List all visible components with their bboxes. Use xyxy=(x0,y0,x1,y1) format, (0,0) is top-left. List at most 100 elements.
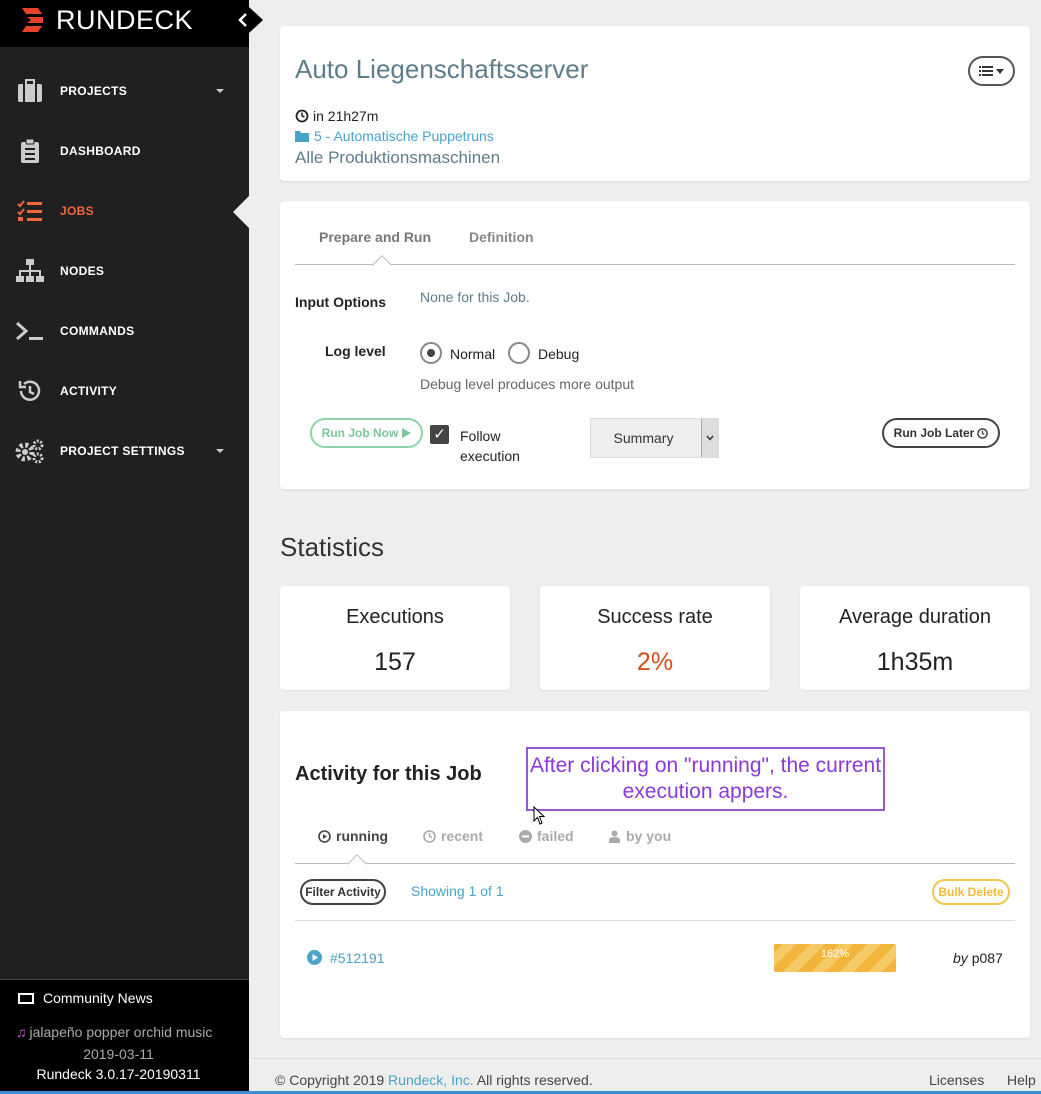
nav-activity[interactable]: ACTIVITY xyxy=(0,371,249,411)
follow-execution-checkbox[interactable]: ✓ xyxy=(430,425,449,444)
log-level-normal-radio[interactable] xyxy=(420,342,442,364)
version-name-text: jalapeño popper orchid music xyxy=(29,1024,213,1040)
running-play-icon xyxy=(307,950,322,965)
activity-card: Activity for this Job After clicking on … xyxy=(280,711,1030,1038)
log-level-label: Log level xyxy=(325,343,386,359)
tabs-divider xyxy=(295,264,1015,265)
nav-label: PROJECTS xyxy=(60,84,128,98)
sitemap-icon xyxy=(14,255,46,287)
activity-tab-label: running xyxy=(336,828,389,844)
log-level-debug-label[interactable]: Debug xyxy=(538,346,579,362)
folder-icon xyxy=(295,131,309,142)
logo-bar: RUNDECK xyxy=(0,0,249,47)
stat-value: 2% xyxy=(636,648,674,676)
clock-icon xyxy=(423,829,436,843)
execution-user-name: p087 xyxy=(971,950,1003,966)
execution-row[interactable]: #512191 162% by p087 xyxy=(295,936,1015,976)
output-mode-value: Summary xyxy=(613,430,674,446)
log-level-debug-radio[interactable] xyxy=(508,342,530,364)
filter-activity-button[interactable]: Filter Activity xyxy=(300,879,386,905)
help-link[interactable]: Help xyxy=(1007,1072,1036,1088)
execution-progress-bar: 162% xyxy=(774,944,896,972)
activity-tab-recent[interactable]: recent xyxy=(423,828,483,844)
statistics-title: Statistics xyxy=(280,532,385,562)
job-header-card: Auto Liegenschaftsserver in 21h27m 5 - A… xyxy=(280,26,1030,181)
debug-hint: Debug level produces more output xyxy=(420,376,635,392)
community-news-link[interactable]: Community News xyxy=(18,990,153,1006)
progress-label: 162% xyxy=(820,948,850,960)
version-number: Rundeck 3.0.17-20190311 xyxy=(36,1066,201,1082)
copyright: © Copyright 2019 Rundeck, Inc. All right… xyxy=(275,1072,593,1088)
execution-id-link[interactable]: #512191 xyxy=(330,950,385,966)
minus-circle-icon xyxy=(519,829,532,843)
stat-label: Executions xyxy=(346,606,444,628)
activity-tab-label: by you xyxy=(626,828,672,844)
stat-card-success-rate: Success rate 2% xyxy=(540,586,770,690)
company-link[interactable]: Rundeck, Inc. xyxy=(388,1072,474,1088)
job-group-text: 5 - Automatische Puppetruns xyxy=(314,128,494,144)
input-options-value: None for this Job. xyxy=(420,289,530,305)
showing-count-link[interactable]: Showing 1 of 1 xyxy=(411,883,504,899)
play-circle-icon xyxy=(318,829,331,843)
output-mode-select[interactable]: Summary xyxy=(590,418,719,458)
tasks-icon xyxy=(14,195,46,227)
activity-tab-running[interactable]: running xyxy=(318,828,388,844)
annotation-callout: After clicking on "running", the current… xyxy=(526,747,885,811)
active-tab-caret xyxy=(347,854,367,874)
activity-tab-failed[interactable]: failed xyxy=(519,828,574,844)
tab-prepare-and-run[interactable]: Prepare and Run xyxy=(319,229,431,245)
activity-title: Activity for this Job xyxy=(295,763,482,785)
input-options-label: Input Options xyxy=(295,294,386,310)
activity-tab-by-you[interactable]: by you xyxy=(608,828,671,844)
nav-label: JOBS xyxy=(60,204,94,218)
version-name: ♫ jalapeño popper orchid music xyxy=(16,1024,212,1040)
clock-icon xyxy=(977,427,989,439)
bulk-delete-button[interactable]: Bulk Delete xyxy=(932,879,1010,905)
nav-label: COMMANDS xyxy=(60,324,135,338)
nav-commands[interactable]: COMMANDS xyxy=(0,311,249,351)
clipboard-icon xyxy=(14,135,46,167)
app-logo-text[interactable]: RUNDECK xyxy=(56,5,193,36)
stat-value: 1h35m xyxy=(876,648,954,676)
nav-label: PROJECT SETTINGS xyxy=(60,444,185,458)
run-job-later-button[interactable]: Run Job Later xyxy=(882,418,1000,448)
schedule: in 21h27m xyxy=(295,108,378,124)
music-note-icon: ♫ xyxy=(16,1024,27,1040)
gears-icon xyxy=(14,435,46,467)
history-icon xyxy=(14,375,46,407)
job-description: Alle Produktionsmaschinen xyxy=(295,148,501,167)
nav-jobs[interactable]: JOBS xyxy=(0,191,249,231)
run-job-now-button[interactable]: Run Job Now xyxy=(310,418,423,448)
nav-project-settings[interactable]: PROJECT SETTINGS xyxy=(0,431,249,471)
activity-list-divider xyxy=(295,920,1015,921)
user-icon xyxy=(609,830,620,843)
licenses-link[interactable]: Licenses xyxy=(929,1072,984,1088)
schedule-text: in 21h27m xyxy=(313,108,379,124)
nav-label: NODES xyxy=(60,264,105,278)
chevron-down-icon xyxy=(216,89,224,93)
caret-down-icon xyxy=(996,68,1004,74)
stat-card-average-duration: Average duration 1h35m xyxy=(800,586,1030,690)
nav-nodes[interactable]: NODES xyxy=(0,251,249,291)
sidebar-footer: Community News ♫ jalapeño popper orchid m… xyxy=(0,979,249,1094)
execution-user: by p087 xyxy=(953,950,1003,966)
job-title: Auto Liegenschaftsserver xyxy=(295,54,589,84)
log-level-normal-label[interactable]: Normal xyxy=(450,346,495,362)
tab-definition[interactable]: Definition xyxy=(469,229,534,245)
copyright-post: All rights reserved. xyxy=(473,1072,593,1088)
by-prefix: by xyxy=(953,950,968,966)
briefcase-icon xyxy=(14,75,46,107)
job-group-link[interactable]: 5 - Automatische Puppetruns xyxy=(295,128,494,144)
nav-label: DASHBOARD xyxy=(60,144,141,158)
run-job-now-label: Run Job Now xyxy=(321,426,399,440)
play-icon xyxy=(402,428,412,438)
follow-execution-label[interactable]: Follow execution xyxy=(460,426,550,466)
job-actions-menu-button[interactable] xyxy=(968,56,1015,86)
activity-tab-label: recent xyxy=(441,828,484,844)
run-card: Prepare and Run Definition Input Options… xyxy=(280,201,1030,489)
terminal-icon xyxy=(14,315,46,347)
list-icon xyxy=(979,66,993,76)
nav-projects[interactable]: PROJECTS xyxy=(0,71,249,111)
active-tab-caret xyxy=(372,255,392,275)
nav-dashboard[interactable]: DASHBOARD xyxy=(0,131,249,171)
